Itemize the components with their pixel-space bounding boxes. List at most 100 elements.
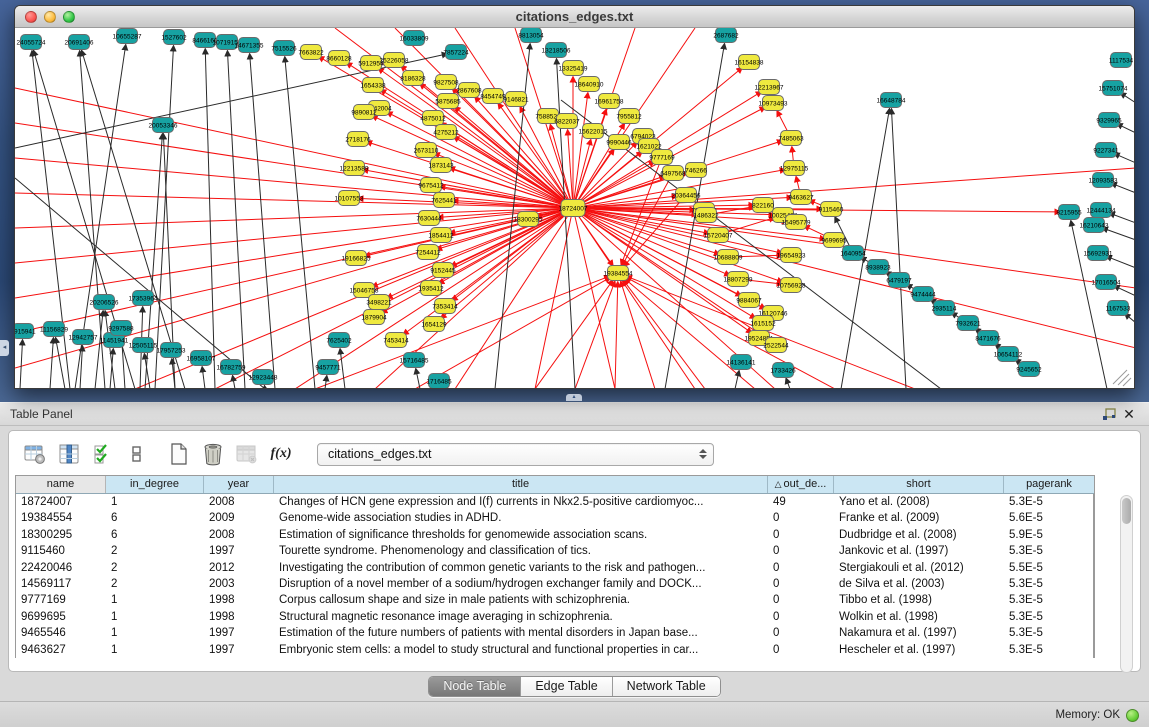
graph-node[interactable]: 7254412	[415, 245, 441, 260]
graph-node[interactable]: 7955812	[616, 109, 642, 124]
graph-node[interactable]: 9884067	[736, 293, 762, 308]
graph-node[interactable]: 16154838	[735, 55, 764, 70]
tab-node-table[interactable]: Node Table	[429, 677, 521, 696]
graph-node[interactable]: 6822037	[554, 114, 580, 129]
tab-network-table[interactable]: Network Table	[613, 677, 720, 696]
graph-edge[interactable]	[56, 338, 65, 388]
graph-edge[interactable]	[215, 208, 573, 388]
graph-edge[interactable]	[786, 378, 790, 388]
graph-edge[interactable]	[437, 208, 573, 249]
column-settings-button[interactable]	[23, 442, 47, 466]
graph-node[interactable]: 7857224	[443, 45, 469, 60]
close-window-button[interactable]	[25, 11, 37, 23]
graph-node[interactable]: 9675412	[418, 178, 444, 193]
graph-node[interactable]: 7515526	[271, 41, 297, 56]
graph-edge[interactable]	[573, 208, 1134, 348]
graph-edge[interactable]	[15, 208, 573, 368]
graph-node[interactable]: 8471676	[975, 331, 1001, 346]
graph-node[interactable]: 7932621	[955, 316, 981, 331]
graph-node[interactable]: 9152445	[430, 263, 456, 278]
window-titlebar[interactable]: citations_edges.txt	[15, 6, 1134, 28]
graph-node[interactable]: 8938923	[865, 260, 891, 275]
graph-node[interactable]: 18300295	[514, 212, 543, 227]
graph-node[interactable]: 10688809	[714, 250, 743, 265]
graph-edge[interactable]	[340, 349, 345, 388]
graph-node[interactable]: 9890812	[351, 105, 377, 120]
close-panel-button[interactable]: ✕	[1119, 405, 1139, 423]
graph-edge[interactable]	[416, 369, 420, 388]
graph-node[interactable]: 12923448	[249, 370, 278, 385]
graph-node[interactable]: 1716485	[426, 374, 452, 389]
graph-edge[interactable]	[1117, 124, 1134, 133]
graph-node[interactable]: 2687682	[713, 28, 739, 43]
graph-node[interactable]: 11156829	[40, 322, 68, 337]
resize-grip-icon[interactable]	[1118, 374, 1129, 385]
graph-node[interactable]: 1117534	[1109, 53, 1134, 68]
column-header-year[interactable]: year	[204, 476, 274, 493]
graph-edge[interactable]	[205, 49, 215, 388]
table-row[interactable]: 946554611997Estimation of the future num…	[16, 625, 1094, 641]
graph-node[interactable]: 9146821	[503, 92, 529, 107]
column-header-name[interactable]: name	[16, 476, 106, 493]
graph-node[interactable]: 8454749	[480, 89, 506, 104]
graph-edge[interactable]	[285, 57, 315, 388]
split-pane-handle[interactable]: ▴	[566, 394, 582, 401]
graph-node[interactable]: 7485063	[778, 131, 804, 146]
graph-node[interactable]: 12093583	[1089, 173, 1118, 188]
graph-node[interactable]: 9329965	[1096, 113, 1122, 128]
graph-node[interactable]: 1640954	[840, 246, 866, 261]
graph-node[interactable]: 12975115	[780, 161, 809, 176]
table-row[interactable]: 911546021997Tourette syndrome. Phenomeno…	[16, 543, 1094, 559]
graph-edge[interactable]	[50, 338, 53, 388]
graph-edge[interactable]	[250, 54, 275, 388]
graph-node[interactable]: 5875685	[435, 94, 461, 109]
graph-node[interactable]: 20364456	[672, 188, 701, 203]
graph-node[interactable]: 10107553	[335, 191, 364, 206]
column-header-in_degree[interactable]: in_degree	[106, 476, 204, 493]
graph-node[interactable]: 8186328	[400, 71, 426, 86]
graph-node[interactable]: 15692931	[1084, 246, 1113, 261]
column-header-short[interactable]: short	[834, 476, 1004, 493]
graph-edge[interactable]	[20, 340, 23, 388]
graph-edge[interactable]	[233, 376, 235, 388]
graph-node[interactable]: 16210643	[1080, 218, 1109, 233]
graph-node[interactable]: 6497568	[660, 166, 686, 181]
graph-node[interactable]: 2718176	[345, 132, 371, 147]
graph-node[interactable]: 1733426	[770, 363, 796, 378]
graph-edge[interactable]	[1106, 256, 1134, 268]
graph-node[interactable]: 9457771	[315, 360, 341, 375]
graph-node[interactable]: 13325419	[559, 61, 588, 76]
column-header-out_de[interactable]: △out_de...	[768, 476, 834, 493]
graph-node[interactable]: 17957253	[157, 343, 186, 358]
memory-status-indicator[interactable]	[1126, 709, 1139, 722]
graph-edge[interactable]	[202, 367, 205, 388]
graph-node[interactable]: 16033809	[400, 31, 429, 46]
graph-node[interactable]: 9245652	[1016, 362, 1042, 377]
graph-node[interactable]: 10654112	[994, 347, 1023, 362]
graph-node[interactable]: 7663822	[298, 45, 324, 60]
graph-node[interactable]: 15622015	[579, 124, 608, 139]
table-row[interactable]: 969969511998Structural magnetic resonanc…	[16, 609, 1094, 625]
graph-node[interactable]: 2522544	[763, 338, 789, 353]
graph-node[interactable]: 2935114	[932, 301, 957, 316]
float-panel-button[interactable]	[1099, 405, 1119, 423]
graph-node[interactable]: 7630444	[416, 211, 442, 226]
graph-node[interactable]: 9297588	[108, 321, 134, 336]
graph-node[interactable]: 18807299	[724, 272, 753, 287]
graph-node[interactable]: 16648784	[877, 93, 906, 108]
resize-grip-icon[interactable]	[1113, 370, 1127, 384]
graph-node[interactable]: 1935412	[418, 281, 444, 296]
select-columns-button[interactable]	[57, 442, 81, 466]
column-header-title[interactable]: title	[274, 476, 768, 493]
graph-edge[interactable]	[1111, 183, 1134, 193]
graph-edge[interactable]	[1102, 228, 1134, 240]
table-row[interactable]: 1872400712008Changes of HCN gene express…	[16, 494, 1094, 510]
graph-edge[interactable]	[1114, 154, 1134, 163]
graph-node[interactable]: 9474444	[910, 287, 936, 302]
graph-node[interactable]: 18640910	[575, 77, 604, 92]
graph-edge[interactable]	[155, 46, 174, 388]
graph-edge[interactable]	[623, 280, 705, 388]
graph-edge[interactable]	[264, 386, 265, 388]
graph-edge[interactable]	[573, 140, 591, 208]
graph-node[interactable]: 13218506	[542, 43, 571, 58]
